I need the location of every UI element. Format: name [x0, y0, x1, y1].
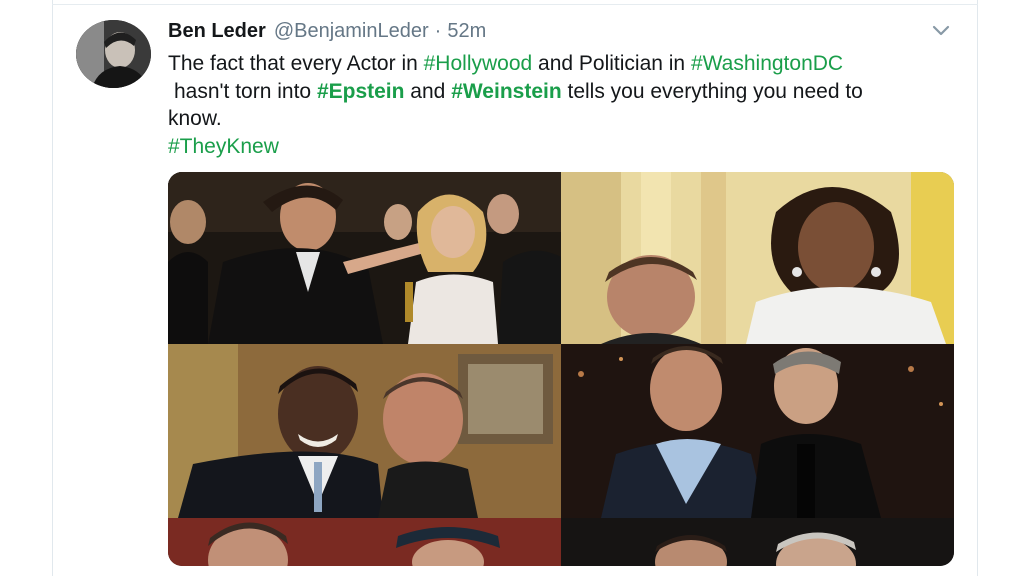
media-photo-2[interactable] — [561, 172, 954, 344]
text-segment: know. — [168, 107, 222, 130]
text-segment: and Politician in — [532, 52, 691, 75]
tweet-line-3: know. — [168, 105, 958, 133]
tweet-line-4: #TheyKnew — [168, 133, 958, 161]
tweet-line-2: hasn't torn into #Epstein and #Weinstein… — [168, 78, 958, 106]
hashtag-washingtondc[interactable]: #WashingtonDC — [691, 52, 843, 75]
tweet-line-1: The fact that every Actor in #Hollywood … — [168, 50, 958, 78]
author-name[interactable]: Ben Leder — [168, 20, 266, 43]
divider — [52, 4, 978, 5]
tweet-header: Ben Leder @BenjaminLeder · 52m — [168, 20, 486, 48]
hashtag-weinstein[interactable]: #Weinstein — [451, 80, 561, 103]
hashtag-epstein[interactable]: #Epstein — [317, 80, 405, 103]
text-segment: tells you everything you need to — [561, 79, 863, 103]
chevron-down-icon[interactable] — [930, 20, 952, 42]
tweet-media-collage[interactable] — [168, 172, 954, 566]
page-background — [0, 0, 52, 576]
media-photo-6[interactable] — [561, 518, 954, 566]
text-segment: hasn't torn into — [174, 79, 317, 103]
media-photo-3[interactable] — [168, 344, 561, 518]
text-segment: The fact that every Actor in — [168, 52, 424, 75]
tweet-timestamp[interactable]: 52m — [447, 20, 486, 43]
hashtag-theyknew[interactable]: #TheyKnew — [168, 135, 279, 158]
separator-dot: · — [434, 20, 442, 42]
tweet-text: The fact that every Actor in #Hollywood … — [168, 50, 958, 160]
avatar[interactable] — [76, 20, 151, 88]
media-photo-1[interactable] — [168, 172, 561, 344]
author-handle[interactable]: @BenjaminLeder — [274, 20, 429, 43]
media-photo-4[interactable] — [561, 344, 954, 518]
hashtag-hollywood[interactable]: #Hollywood — [424, 52, 533, 75]
media-photo-5[interactable] — [168, 518, 561, 566]
text-segment: and — [404, 79, 452, 103]
user-avatar-image — [76, 20, 151, 88]
